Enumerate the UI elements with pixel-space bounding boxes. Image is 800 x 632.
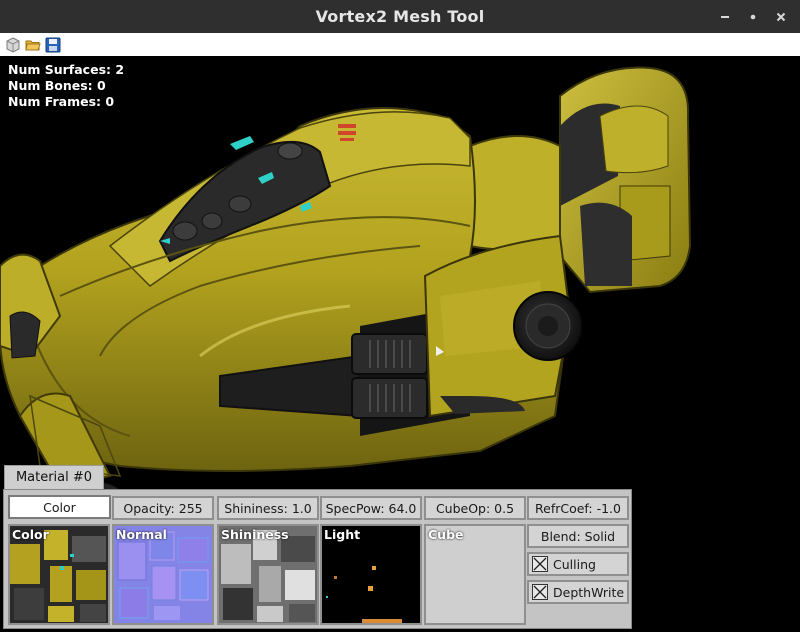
- color-button[interactable]: Color: [8, 495, 111, 519]
- new-mesh-icon[interactable]: [4, 36, 21, 53]
- num-bones: Num Bones: 0: [8, 78, 106, 93]
- title-bar: Vortex2 Mesh Tool: [0, 0, 800, 33]
- shininess-texture-slot[interactable]: Shininess: [217, 524, 319, 625]
- blend-button[interactable]: Blend: Solid: [527, 524, 629, 548]
- color-texture-label: Color: [12, 527, 49, 542]
- depthwrite-check-icon: [532, 584, 548, 600]
- close-icon[interactable]: [772, 8, 790, 26]
- num-frames: Num Frames: 0: [8, 94, 115, 109]
- cube-texture-slot[interactable]: Cube: [424, 524, 526, 625]
- mesh-stats: Num Surfaces: 2 Num Bones: 0 Num Frames:…: [8, 62, 124, 110]
- light-texture-slot[interactable]: Light: [320, 524, 422, 625]
- specpow-button[interactable]: SpecPow: 64.0: [320, 496, 422, 520]
- culling-check-icon: [532, 556, 548, 572]
- material-tab[interactable]: Material #0: [4, 465, 104, 489]
- maximize-icon[interactable]: [744, 8, 762, 26]
- light-texture-label: Light: [324, 527, 361, 542]
- shininess-texture-label: Shininess: [221, 527, 289, 542]
- window-title: Vortex2 Mesh Tool: [315, 7, 485, 26]
- depthwrite-label: DepthWrite: [553, 584, 625, 600]
- culling-checkbox[interactable]: Culling: [527, 552, 629, 576]
- minimize-icon[interactable]: [716, 8, 734, 26]
- open-folder-icon[interactable]: [24, 36, 41, 53]
- shininess-button[interactable]: Shininess: 1.0: [217, 496, 319, 520]
- cubeop-button[interactable]: CubeOp: 0.5: [424, 496, 526, 520]
- toolbar: [0, 33, 800, 56]
- normal-texture-label: Normal: [116, 527, 167, 542]
- culling-label: Culling: [553, 556, 596, 572]
- depthwrite-checkbox[interactable]: DepthWrite: [527, 580, 629, 604]
- save-icon[interactable]: [44, 36, 61, 53]
- cube-texture-label: Cube: [428, 527, 464, 542]
- material-panel: Color Opacity: 255 Shininess: 1.0 SpecPo…: [3, 489, 632, 629]
- refrcoef-button[interactable]: RefrCoef: -1.0: [527, 496, 629, 520]
- opacity-button[interactable]: Opacity: 255: [112, 496, 214, 520]
- color-texture-slot[interactable]: Color: [8, 524, 110, 625]
- window-controls: [716, 0, 790, 33]
- num-surfaces: Num Surfaces: 2: [8, 62, 125, 77]
- normal-texture-slot[interactable]: Normal: [112, 524, 214, 625]
